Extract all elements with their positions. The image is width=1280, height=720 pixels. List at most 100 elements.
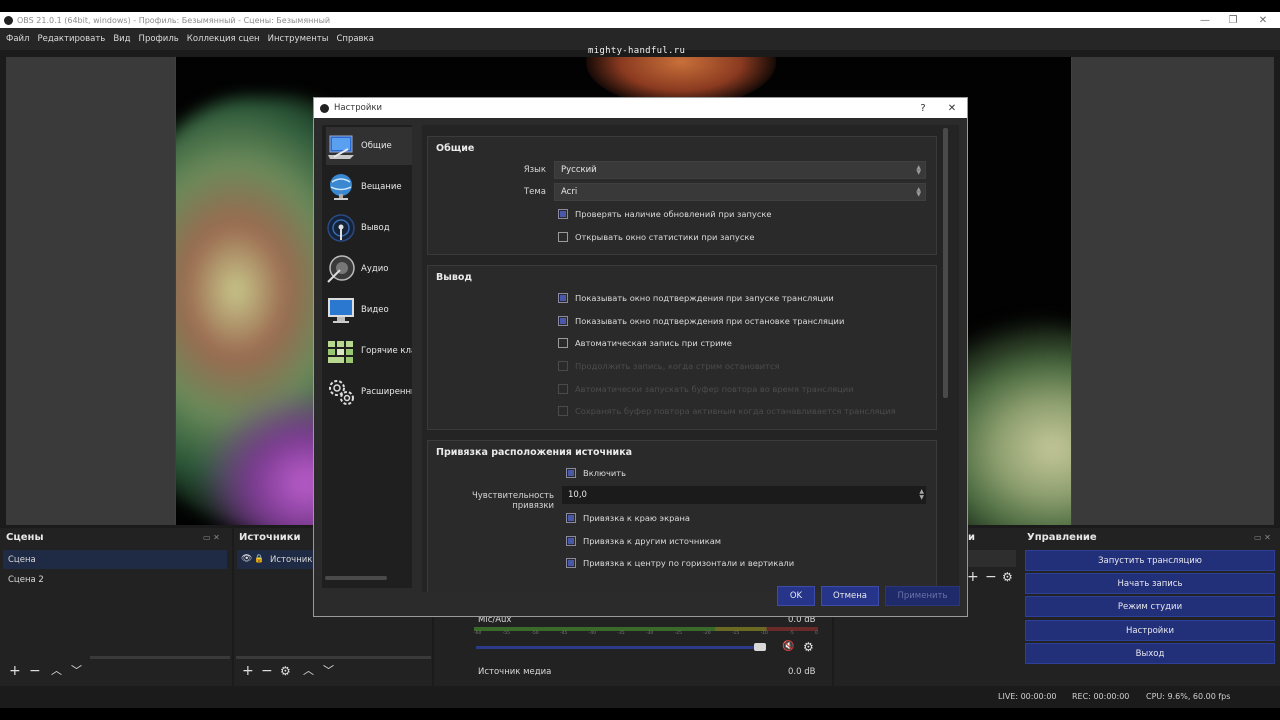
- mute-speaker-icon[interactable]: 🔇: [782, 641, 794, 652]
- ok-button[interactable]: OK: [777, 586, 815, 606]
- menu-view[interactable]: Вид: [113, 34, 130, 44]
- rec-time: REC: 00:00:00: [1072, 692, 1130, 701]
- group-title: Общие: [436, 143, 475, 154]
- move-scene-down-button[interactable]: ﹀: [71, 664, 82, 678]
- controls-title: Управление: [1027, 532, 1097, 543]
- auto-record-checkbox[interactable]: Автоматическая запись при стриме: [558, 338, 732, 348]
- checkbox-label: Привязка к другим источникам: [583, 536, 722, 546]
- maximize-button[interactable]: ❐: [1218, 12, 1248, 28]
- sensitivity-input[interactable]: 10,0 ▲ ▼: [562, 486, 926, 504]
- nav-audio[interactable]: Аудио: [326, 250, 412, 288]
- add-scene-button[interactable]: +: [9, 664, 21, 678]
- sidebar-scrollbar[interactable]: [325, 576, 387, 580]
- meter-tick: -30: [645, 631, 654, 636]
- language-value: Русский: [561, 165, 597, 175]
- dialog-close-button[interactable]: ✕: [941, 98, 963, 118]
- checkbox-box[interactable]: [566, 536, 576, 546]
- mixer-gear-icon[interactable]: ⚙: [803, 640, 814, 654]
- check-updates-checkbox[interactable]: Проверять наличие обновлений при запуске: [558, 209, 772, 219]
- settings-dialog: Настройки ? ✕ Общие Вещание Вывод Аудио …: [313, 97, 968, 617]
- menu-scene-collection[interactable]: Коллекция сцен: [187, 34, 260, 44]
- meter-tick: -55: [502, 631, 511, 636]
- exit-button[interactable]: Выход: [1025, 643, 1275, 664]
- nav-advanced[interactable]: Расширенные: [326, 373, 412, 411]
- nav-stream[interactable]: Вещание: [326, 168, 412, 206]
- checkbox-box[interactable]: [558, 293, 568, 303]
- lock-icon[interactable]: 🔒: [254, 554, 264, 563]
- start-streaming-button[interactable]: Запустить трансляцию: [1025, 550, 1275, 571]
- snap-center-checkbox[interactable]: Привязка к центру по горизонтали и верти…: [566, 558, 794, 568]
- mixer-track-name: Источник медиа: [478, 667, 552, 677]
- snapping-enable-checkbox[interactable]: Включить: [566, 468, 626, 478]
- source-item[interactable]: Источник медиа: [270, 555, 314, 565]
- cancel-button[interactable]: Отмена: [821, 586, 879, 606]
- nav-output[interactable]: Вывод: [326, 209, 412, 247]
- theme-select[interactable]: Acri ▲ ▼: [554, 183, 926, 201]
- menu-edit[interactable]: Редактировать: [37, 34, 105, 44]
- snap-other-sources-checkbox[interactable]: Привязка к другим источникам: [566, 536, 721, 546]
- confirm-start-stream-checkbox[interactable]: Показывать окно подтверждения при запуск…: [558, 293, 834, 303]
- spin-arrows-icon[interactable]: ▲ ▼: [919, 489, 924, 501]
- transition-gear-icon[interactable]: ⚙: [1002, 570, 1013, 584]
- nav-video[interactable]: Видео: [326, 291, 412, 329]
- scene-item[interactable]: Сцена 2: [8, 575, 44, 585]
- scenes-scrollbar[interactable]: [90, 656, 230, 659]
- checkbox-box[interactable]: [566, 468, 576, 478]
- dock-float-icon[interactable]: ▭ ✕: [1254, 533, 1271, 542]
- volume-slider[interactable]: [476, 646, 766, 649]
- scene-item[interactable]: Сцена: [8, 555, 36, 565]
- nav-hotkeys[interactable]: Горячие клавиши: [326, 332, 412, 370]
- transition-select[interactable]: [966, 550, 1016, 567]
- menu-profile[interactable]: Профиль: [139, 34, 179, 44]
- checkbox-label: Открывать окно статистики при запуске: [575, 232, 755, 242]
- checkbox-box[interactable]: [558, 316, 568, 326]
- meter-tick: -25: [674, 631, 682, 636]
- volume-slider-handle[interactable]: [754, 643, 767, 651]
- close-button[interactable]: ✕: [1248, 12, 1278, 28]
- keep-recording-checkbox: Продолжить запись, когда стрим остановит…: [558, 361, 780, 371]
- checkbox-box[interactable]: [566, 513, 576, 523]
- menu-file[interactable]: Файл: [6, 34, 29, 44]
- nav-general[interactable]: Общие: [326, 127, 412, 165]
- watermark: mighty-handful.ru: [588, 46, 686, 56]
- auto-replay-buffer-checkbox: Автоматически запускать буфер повтора во…: [558, 384, 854, 394]
- settings-button[interactable]: Настройки: [1025, 620, 1275, 641]
- move-scene-up-button[interactable]: ︿: [51, 664, 62, 678]
- language-label: Язык: [523, 165, 546, 175]
- menu-tools[interactable]: Инструменты: [268, 34, 329, 44]
- apply-button[interactable]: Применить: [885, 586, 960, 606]
- nav-label: Вывод: [361, 223, 390, 233]
- checkbox-box[interactable]: [558, 209, 568, 219]
- help-button[interactable]: ?: [912, 98, 934, 118]
- checkbox-box[interactable]: [558, 232, 568, 242]
- scenes-title: Сцены: [6, 532, 44, 543]
- confirm-stop-stream-checkbox[interactable]: Показывать окно подтверждения при остано…: [558, 316, 844, 326]
- open-stats-checkbox[interactable]: Открывать окно статистики при запуске: [558, 232, 755, 242]
- checkbox-box[interactable]: [566, 558, 576, 568]
- sources-scrollbar[interactable]: [236, 656, 431, 659]
- checkbox-box: [558, 406, 568, 416]
- snap-screen-edge-checkbox[interactable]: Привязка к краю экрана: [566, 513, 690, 523]
- add-transition-button[interactable]: +: [967, 570, 979, 584]
- remove-source-button[interactable]: −: [261, 664, 273, 678]
- start-recording-button[interactable]: Начать запись: [1025, 573, 1275, 594]
- nav-label: Видео: [361, 305, 389, 315]
- add-source-button[interactable]: +: [242, 664, 254, 678]
- minimize-button[interactable]: —: [1190, 12, 1220, 28]
- checkbox-box[interactable]: [558, 338, 568, 348]
- sensitivity-label: Чувствительность привязки: [471, 491, 554, 511]
- live-time: LIVE: 00:00:00: [998, 692, 1057, 701]
- source-properties-gear-icon[interactable]: ⚙: [280, 664, 291, 678]
- remove-transition-button[interactable]: −: [985, 570, 997, 584]
- video-icon: [328, 298, 354, 323]
- eye-icon[interactable]: 👁: [241, 554, 252, 564]
- move-source-up-button[interactable]: ︿: [303, 664, 314, 678]
- remove-scene-button[interactable]: −: [29, 664, 41, 678]
- studio-mode-button[interactable]: Режим студии: [1025, 596, 1275, 617]
- menu-help[interactable]: Справка: [336, 34, 373, 44]
- move-source-down-button[interactable]: ﹀: [323, 664, 334, 678]
- dock-float-icon[interactable]: ▭ ✕: [203, 533, 220, 542]
- language-select[interactable]: Русский ▲ ▼: [554, 161, 926, 179]
- settings-sidebar: Общие Вещание Вывод Аудио Видео Горячие …: [322, 125, 412, 588]
- content-scrollbar[interactable]: [943, 128, 948, 398]
